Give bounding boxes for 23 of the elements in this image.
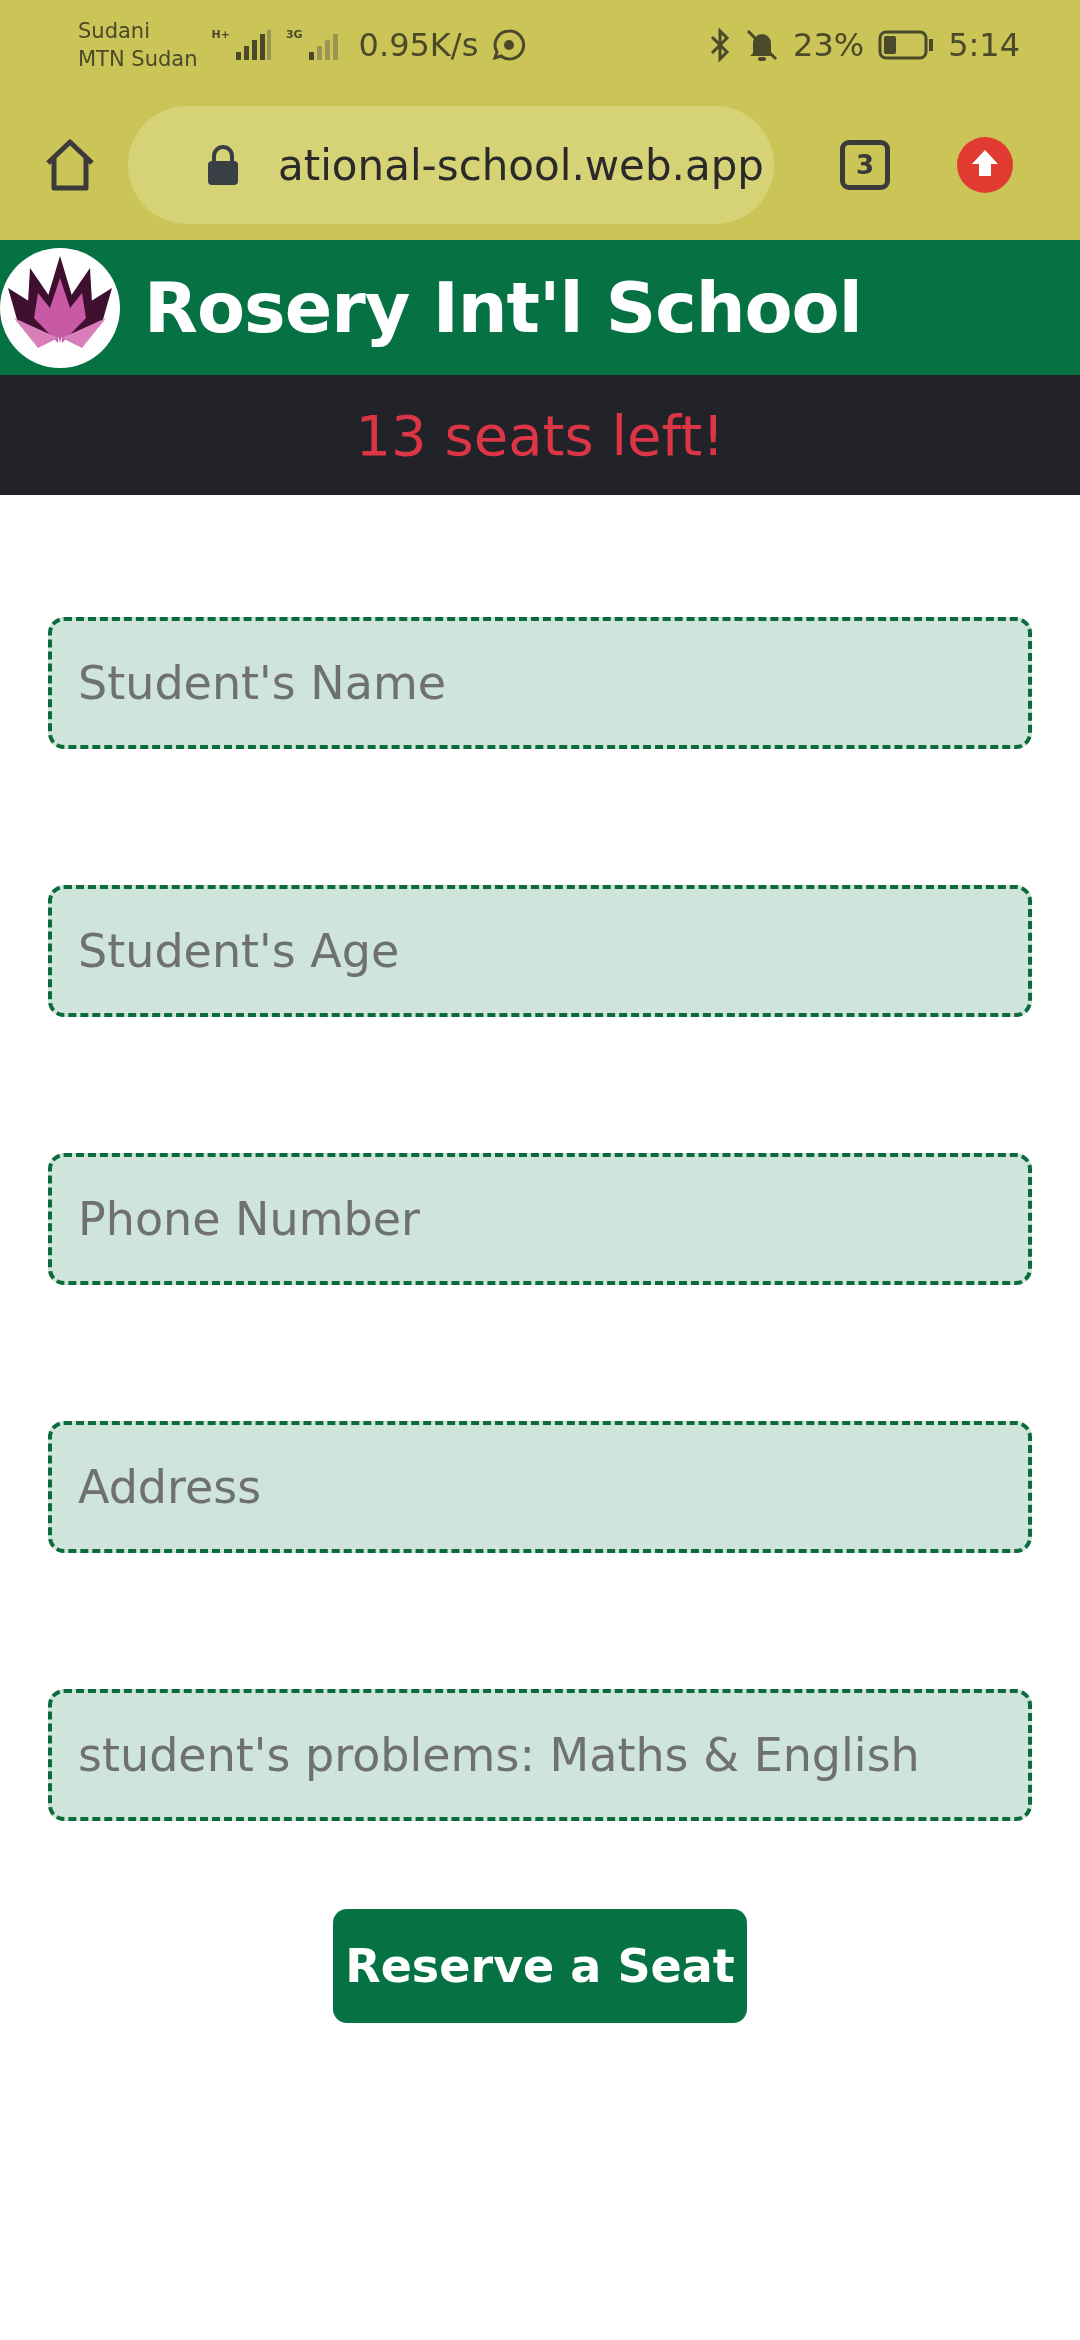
input-field[interactable]: Student's Name (48, 617, 1032, 749)
network-speed: 0.95K/s (358, 26, 479, 64)
reserve-button[interactable]: Reserve a Seat (333, 1909, 747, 2023)
chat-icon (492, 28, 527, 62)
upload-icon[interactable] (956, 136, 1014, 194)
network-type: 3G (285, 28, 303, 41)
input-field[interactable]: Address (48, 1421, 1032, 1553)
address-bar[interactable]: ational-school.web.app (128, 106, 774, 224)
carrier-name: Sudani (78, 18, 151, 45)
input-field[interactable]: student's problems: Maths & English (48, 1689, 1032, 1821)
clock-time: 5:14 (948, 26, 1020, 64)
muted-bell-icon (745, 28, 779, 62)
seats-left-notice: 13 seats left! (355, 402, 725, 468)
lock-icon (206, 144, 240, 186)
input-field[interactable]: Phone Number (48, 1153, 1032, 1285)
network-type: H+ (211, 28, 230, 41)
bluetooth-icon (709, 28, 731, 62)
battery-percent: 23% (793, 26, 865, 64)
carrier-name: MTN Sudan (78, 46, 198, 73)
school-name: Rosery Int'l School (144, 266, 862, 349)
tab-counter[interactable]: 3 (840, 140, 890, 190)
input-field[interactable]: Student's Age (48, 885, 1032, 1017)
battery-icon (878, 30, 935, 60)
